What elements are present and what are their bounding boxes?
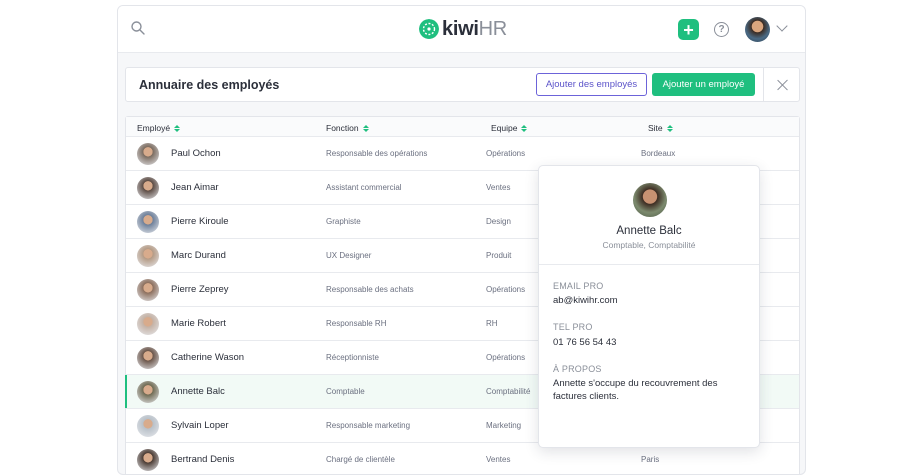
sort-icon (362, 124, 369, 132)
employee-fonction: UX Designer (326, 251, 372, 260)
employee-fonction: Responsable marketing (326, 421, 411, 430)
employee-fonction: Responsable RH (326, 319, 387, 328)
avatar (137, 381, 159, 403)
employee-equipe: Opérations (486, 149, 526, 158)
column-header-site[interactable]: Site (648, 123, 673, 133)
avatar (137, 415, 159, 437)
help-icon[interactable]: ? (714, 22, 729, 37)
employee-name[interactable]: Bertrand Denis (171, 454, 234, 465)
sort-icon (174, 124, 181, 132)
column-header-equipe[interactable]: Equipe (491, 123, 528, 133)
employee-name[interactable]: Paul Ochon (171, 148, 221, 159)
employee-popover: Annette Balc Comptable, Comptabilité EMA… (538, 165, 760, 448)
employee-equipe: Comptabilité (486, 387, 531, 396)
avatar (137, 211, 159, 233)
popover-divider (539, 264, 759, 265)
close-button[interactable] (763, 67, 801, 102)
avatar (137, 245, 159, 267)
avatar (137, 313, 159, 335)
employee-equipe: RH (486, 319, 498, 328)
page-header: Annuaire des employés Ajouter des employ… (125, 67, 800, 102)
quick-add-button[interactable]: + (678, 19, 699, 40)
employee-name[interactable]: Pierre Zeprey (171, 284, 229, 295)
column-header-employe[interactable]: Employé (137, 123, 181, 133)
employee-fonction: Assistant commercial (326, 183, 402, 192)
employee-name[interactable]: Marie Robert (171, 318, 226, 329)
sort-icon (666, 124, 673, 132)
employee-equipe: Opérations (486, 353, 526, 362)
employee-fonction: Responsable des opérations (326, 149, 428, 158)
employee-equipe: Produit (486, 251, 512, 260)
column-header-fonction[interactable]: Fonction (326, 123, 369, 133)
user-avatar[interactable] (745, 17, 770, 42)
kiwi-logo-icon (419, 19, 439, 39)
employee-equipe: Ventes (486, 183, 511, 192)
top-bar: kiwiHR + ? (118, 6, 805, 53)
plus-icon: + (683, 19, 694, 40)
employee-equipe: Design (486, 217, 511, 226)
employee-name[interactable]: Sylvain Loper (171, 420, 229, 431)
employee-fonction: Chargé de clientèle (326, 455, 395, 464)
employee-fonction: Responsable des achats (326, 285, 414, 294)
employee-site: Paris (641, 455, 660, 464)
employee-equipe: Ventes (486, 455, 511, 464)
employee-name[interactable]: Catherine Wason (171, 352, 244, 363)
about-value: Annette s'occupe du recouvrement des fac… (553, 378, 718, 402)
about-label: À PROPOS (553, 364, 602, 374)
employee-fonction: Comptable (326, 387, 365, 396)
logo-text-kiwi: kiwi (442, 17, 479, 40)
tel-value[interactable]: 01 76 56 54 43 (553, 336, 743, 349)
avatar (137, 143, 159, 165)
avatar (137, 279, 159, 301)
logo-text-hr: HR (478, 17, 508, 40)
close-icon (777, 79, 789, 91)
chevron-down-icon[interactable] (776, 20, 788, 32)
employee-name[interactable]: Annette Balc (171, 386, 225, 397)
kiwihr-logo[interactable]: kiwiHR (419, 17, 507, 41)
avatar (137, 449, 159, 471)
employee-equipe: Marketing (486, 421, 522, 430)
table-header: Employé Fonction Equipe Site (126, 117, 799, 137)
employee-equipe: Opérations (486, 285, 526, 294)
employee-name[interactable]: Marc Durand (171, 250, 226, 261)
avatar (137, 177, 159, 199)
page-title: Annuaire des employés (139, 78, 280, 92)
avatar (137, 347, 159, 369)
tel-label: TEL PRO (553, 322, 593, 332)
employee-fonction: Réceptionniste (326, 353, 379, 362)
add-employee-button[interactable]: Ajouter un employé (652, 73, 755, 96)
employee-name[interactable]: Pierre Kiroule (171, 216, 229, 227)
popover-name: Annette Balc (616, 225, 682, 237)
employee-name[interactable]: Jean Aimar (171, 182, 219, 193)
employee-site: Bordeaux (641, 149, 676, 158)
search-icon[interactable] (130, 20, 146, 36)
employee-fonction: Graphiste (326, 217, 361, 226)
email-value[interactable]: ab@kiwihr.com (553, 294, 743, 307)
sort-icon (521, 124, 528, 132)
popover-role: Comptable, Comptabilité (602, 240, 696, 250)
email-label: EMAIL PRO (553, 281, 604, 291)
popover-avatar (633, 183, 667, 217)
add-employees-button[interactable]: Ajouter des employés (536, 73, 647, 96)
